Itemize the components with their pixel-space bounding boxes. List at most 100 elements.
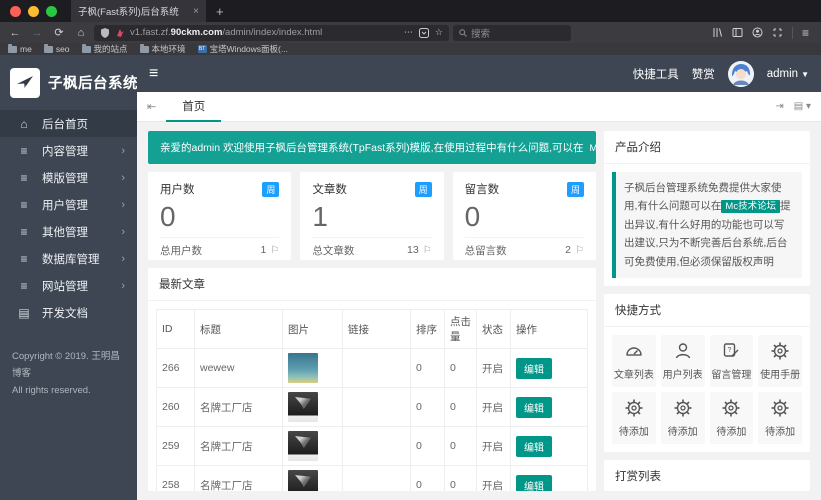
shortcut-placeholder[interactable]: 待添加 — [661, 392, 705, 444]
sidebar-item-template[interactable]: ≡ 模版管理 › — [0, 164, 137, 191]
panel-title: 最新文章 — [148, 268, 596, 301]
page-actions-icon[interactable]: ⋯ — [404, 27, 413, 38]
sidebar-item-home[interactable]: ⌂ 后台首页 — [0, 110, 137, 137]
tabs-menu-icon[interactable]: ▤ ▾ — [794, 101, 811, 112]
panel-title: 打赏列表 — [604, 460, 810, 491]
browser-search-box[interactable]: 搜索 — [453, 25, 571, 41]
forward-icon[interactable]: → — [28, 24, 46, 42]
stat-card-articles: 文章数周 1 总文章数13⚐ — [300, 172, 443, 260]
svg-text:?: ? — [728, 347, 732, 354]
bookmark-item[interactable]: me — [8, 44, 32, 54]
shortcuts-panel: 快捷方式 文章列表 用户列表 — [604, 294, 810, 452]
url-text: v1.fast.zf.90ckm.com/admin/index/index.h… — [130, 27, 399, 38]
bookmarks-bar: me seo 我的站点 本地环境 BT宝塔Windows面板(... — [0, 43, 821, 55]
edit-button[interactable]: 编辑 — [516, 397, 552, 418]
browser-navbar: ← → ⟳ ⌂ v1.fast.zf.90ckm.com/admin/index… — [0, 22, 821, 43]
account-icon[interactable] — [752, 27, 763, 38]
reload-icon[interactable]: ⟳ — [50, 24, 68, 42]
list-icon: ≡ — [17, 225, 31, 239]
browser-titlebar: 子枫(Fast系列)后台系统 × + — [0, 0, 821, 22]
close-window-button[interactable] — [10, 6, 21, 17]
sidebars-icon[interactable] — [732, 27, 743, 38]
forum-link[interactable]: Mc技术论坛 — [586, 143, 596, 154]
collapse-menu-icon[interactable]: ≡ — [149, 65, 158, 83]
article-thumbnail — [288, 470, 318, 491]
stat-card-users: 用户数周 0 总用户数1⚐ — [148, 172, 291, 260]
gear-icon — [770, 398, 790, 418]
shortcut-manual[interactable]: 使用手册 — [758, 335, 802, 387]
sidebar-item-docs[interactable]: ▤ 开发文档 — [0, 299, 137, 326]
shortcut-user-list[interactable]: 用户列表 — [661, 335, 705, 387]
folder-icon — [82, 46, 91, 53]
sidebar-item-database[interactable]: ≡ 数据库管理 › — [0, 245, 137, 272]
articles-table: ID 标题 图片 链接 排序 点击量 状态 操作 — [156, 309, 588, 491]
screenshot-icon[interactable] — [772, 27, 783, 38]
bookmark-item[interactable]: seo — [44, 44, 70, 54]
list-icon: ≡ — [17, 198, 31, 212]
shortcut-message-manage[interactable]: ? 留言管理 — [710, 335, 754, 387]
donate-link[interactable]: 赞赏 — [692, 66, 715, 82]
pocket-icon[interactable] — [419, 28, 429, 38]
edit-button[interactable]: 编辑 — [516, 475, 552, 492]
shortcut-placeholder[interactable]: 待添加 — [710, 392, 754, 444]
gear-icon — [721, 398, 741, 418]
sidebar-item-users[interactable]: ≡ 用户管理 › — [0, 191, 137, 218]
chevron-right-icon: › — [121, 226, 125, 238]
url-bar[interactable]: v1.fast.zf.90ckm.com/admin/index/index.h… — [94, 25, 449, 41]
stat-value: 1 — [312, 202, 431, 233]
app-menu-icon[interactable]: ≡ — [802, 26, 809, 40]
home-icon: ⌂ — [17, 117, 31, 131]
bookmark-item-baota[interactable]: BT宝塔Windows面板(... — [198, 43, 288, 55]
chevron-right-icon: › — [121, 253, 125, 265]
zoom-window-button[interactable] — [46, 6, 57, 17]
home-icon[interactable]: ⌂ — [72, 24, 90, 42]
bt-favicon: BT — [198, 45, 207, 53]
page-tabs-bar: ⇤ 首页 ⇥ ▤ ▾ — [137, 92, 821, 122]
bookmark-item[interactable]: 我的站点 — [82, 43, 128, 55]
shortcut-placeholder[interactable]: 待添加 — [758, 392, 802, 444]
user-menu[interactable]: admin▼ — [767, 68, 809, 80]
product-intro-quote: 子枫后台管理系统免费提供大家使用,有什么问题可以在Mc技术论坛提出异议,有什么好… — [612, 172, 802, 278]
sidebar-item-website[interactable]: ≡ 网站管理 › — [0, 272, 137, 299]
gear-icon — [770, 341, 790, 361]
shortcut-article-list[interactable]: 文章列表 — [612, 335, 656, 387]
list-icon: ≡ — [17, 279, 31, 293]
list-icon: ≡ — [17, 144, 31, 158]
flag-icon: ⚐ — [575, 245, 584, 256]
edit-button[interactable]: 编辑 — [516, 436, 552, 457]
week-badge: 周 — [415, 182, 432, 197]
forum-link[interactable]: Mc技术论坛 — [721, 200, 780, 213]
new-tab-button[interactable]: + — [206, 4, 234, 19]
panel-title: 产品介绍 — [604, 131, 810, 164]
bookmark-star-icon[interactable]: ☆ — [435, 27, 443, 38]
quick-tools-link[interactable]: 快捷工具 — [633, 66, 679, 82]
scroll-tabs-right-icon[interactable]: ⇥ — [775, 101, 783, 112]
table-row: 258 名牌工厂店 0 0 开启 编辑 — [157, 466, 588, 492]
welcome-banner: 亲爱的admin 欢迎使用子枫后台管理系统(TpFast系列)模版,在使用过程中… — [148, 131, 596, 164]
article-thumbnail — [288, 431, 318, 461]
sidebar-item-other[interactable]: ≡ 其他管理 › — [0, 218, 137, 245]
shortcut-placeholder[interactable]: 待添加 — [612, 392, 656, 444]
browser-tab-title: 子枫(Fast系列)后台系统 — [78, 4, 187, 18]
sidebar-item-content[interactable]: ≡ 内容管理 › — [0, 137, 137, 164]
minimize-window-button[interactable] — [28, 6, 39, 17]
chevron-right-icon: › — [121, 280, 125, 292]
week-badge: 周 — [262, 182, 279, 197]
library-icon[interactable] — [712, 27, 723, 38]
tab-home[interactable]: 首页 — [166, 92, 221, 122]
chevron-right-icon: › — [121, 172, 125, 184]
user-icon — [673, 341, 693, 361]
chevron-right-icon: › — [121, 145, 125, 157]
app-logo[interactable]: 子枫后台系统 — [0, 55, 137, 110]
scroll-tabs-left-icon[interactable]: ⇤ — [137, 100, 166, 113]
edit-button[interactable]: 编辑 — [516, 358, 552, 379]
browser-tab[interactable]: 子枫(Fast系列)后台系统 × — [71, 0, 206, 22]
bookmark-item[interactable]: 本地环境 — [140, 43, 186, 55]
article-thumbnail — [288, 392, 318, 422]
back-icon[interactable]: ← — [6, 24, 24, 42]
gear-icon — [624, 398, 644, 418]
user-avatar[interactable] — [728, 61, 754, 87]
window-controls[interactable] — [0, 6, 71, 17]
toolbar-separator — [792, 27, 793, 39]
tab-close-icon[interactable]: × — [193, 6, 199, 17]
